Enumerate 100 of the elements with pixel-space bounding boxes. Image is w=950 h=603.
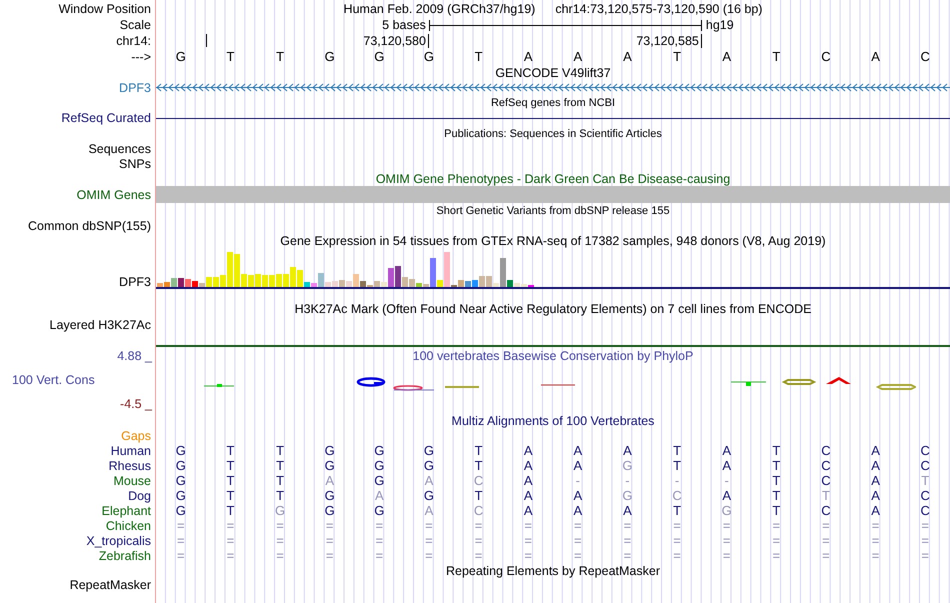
base-letter: A xyxy=(524,503,533,518)
species-label[interactable]: Rhesus xyxy=(108,458,151,472)
track-label[interactable]: OMIM Genes xyxy=(76,188,151,202)
base-letter: = xyxy=(624,548,632,563)
base-letter: C xyxy=(821,443,831,458)
base-letter: T xyxy=(772,458,780,473)
axis-max-label: 4.88 _ xyxy=(117,349,152,363)
base-letter: T xyxy=(276,49,284,64)
base-letter: = xyxy=(474,518,482,533)
base-letter: A xyxy=(325,473,334,488)
row-label: Window Position xyxy=(58,2,151,16)
track-label[interactable]: RepeatMasker xyxy=(70,578,151,592)
track-label[interactable]: Sequences xyxy=(88,142,151,156)
track-label[interactable]: DPF3 xyxy=(119,80,151,94)
base-letter: G xyxy=(374,473,384,488)
track-label[interactable]: Common dbSNP(155) xyxy=(28,218,151,232)
base-letter: = xyxy=(772,533,780,548)
base-letter: G xyxy=(324,49,335,64)
base-letter: G xyxy=(176,473,186,488)
track-label[interactable]: DPF3 xyxy=(119,275,151,289)
base-letter: = xyxy=(177,533,185,548)
base-letter: C xyxy=(821,458,831,473)
species-label[interactable]: X_tropicalis xyxy=(86,534,151,548)
base-letter: A xyxy=(524,458,533,473)
species-label[interactable]: Mouse xyxy=(113,474,151,488)
base-letter: A xyxy=(573,503,582,518)
track-title: H3K27Ac Mark (Often Found Near Active Regulatory Elements) on 7 cell lines from ENCODE xyxy=(294,302,812,316)
base-letter: = xyxy=(722,518,730,533)
base-letter: G xyxy=(176,49,186,64)
base-letter: = xyxy=(474,533,482,548)
species-label[interactable]: Elephant xyxy=(102,504,151,518)
track-label[interactable]: Layered H3K27Ac xyxy=(50,318,151,332)
base-letter: = xyxy=(226,548,234,563)
base-letter: = xyxy=(722,533,730,548)
base-letter: = xyxy=(276,518,284,533)
base-letter: T xyxy=(226,488,234,503)
base-letter: T xyxy=(772,443,780,458)
base-letter: C xyxy=(821,49,831,64)
base-letter: A xyxy=(722,458,732,473)
base-letter: C xyxy=(920,503,930,518)
track-label[interactable]: SNPs xyxy=(119,156,151,170)
species-label[interactable]: Chicken xyxy=(106,518,151,532)
base-letter: = xyxy=(822,518,830,533)
species-label[interactable]: Human xyxy=(110,444,151,458)
base-letter: T xyxy=(673,49,682,64)
base-letter: A xyxy=(573,443,582,458)
base-letter: = xyxy=(822,548,830,563)
axis-min-label: -4.5 _ xyxy=(120,397,152,411)
base-letter: - xyxy=(576,473,580,488)
base-letter: = xyxy=(177,548,185,563)
base-letter: T xyxy=(226,473,234,488)
base-letter: A xyxy=(871,503,880,518)
track-label[interactable]: 100 Vert. Cons xyxy=(0,373,95,387)
base-letter: G xyxy=(424,458,434,473)
base-letter: = xyxy=(624,533,632,548)
base-letter: = xyxy=(326,548,334,563)
base-letter: C xyxy=(474,503,484,518)
species-label[interactable]: Dog xyxy=(128,488,151,502)
base-letter: - xyxy=(625,473,630,488)
base-letter: T xyxy=(772,473,780,488)
base-letter: = xyxy=(822,533,830,548)
species-label[interactable]: Zebrafish xyxy=(98,548,151,562)
base-letter: = xyxy=(921,533,929,548)
base-letter: T xyxy=(474,488,483,503)
base-letter: T xyxy=(276,458,284,473)
position-text: chr14:73,120,575-73,120,590 (16 bp) xyxy=(555,2,762,16)
base-letter: G xyxy=(324,458,335,473)
base-letter: = xyxy=(524,533,532,548)
base-letter: G xyxy=(622,488,632,503)
base-letter: T xyxy=(772,49,780,64)
base-letter: T xyxy=(226,49,234,64)
track-title: Short Genetic Variants from dbSNP release 155 xyxy=(436,204,670,216)
track-title: 100 vertebrates Basewise Conservation by PhyloP xyxy=(412,349,694,363)
base-letter: C xyxy=(672,488,682,503)
base-letter: G xyxy=(176,503,186,518)
base-letter: = xyxy=(574,533,582,548)
base-letter: A xyxy=(871,488,880,503)
base-letter: = xyxy=(226,533,234,548)
track-title: GENCODE V49lift37 xyxy=(495,66,611,80)
base-letter: C xyxy=(821,503,831,518)
base-letter: T xyxy=(276,443,284,458)
base-letter: C xyxy=(920,488,930,503)
track-label[interactable]: RefSeq Curated xyxy=(61,111,151,125)
base-letter: = xyxy=(425,533,433,548)
coordinate-label: 73,120,580 xyxy=(363,34,429,48)
base-letter: A xyxy=(623,443,632,458)
base-letter: = xyxy=(872,518,880,533)
base-letter: = xyxy=(326,518,334,533)
base-letter: G xyxy=(424,49,434,64)
track-title: RefSeq genes from NCBI xyxy=(490,96,616,108)
base-letter: T xyxy=(474,443,483,458)
base-letter: G xyxy=(324,443,335,458)
base-letter: G xyxy=(424,488,434,503)
base-letter: = xyxy=(276,548,284,563)
track-title: Multiz Alignments of 100 Vertebrates xyxy=(452,414,654,428)
base-letter: G xyxy=(424,443,434,458)
base-letter: A xyxy=(722,49,732,64)
base-letter: A xyxy=(573,458,582,473)
base-letter: = xyxy=(872,548,880,563)
base-letter: A xyxy=(722,443,732,458)
